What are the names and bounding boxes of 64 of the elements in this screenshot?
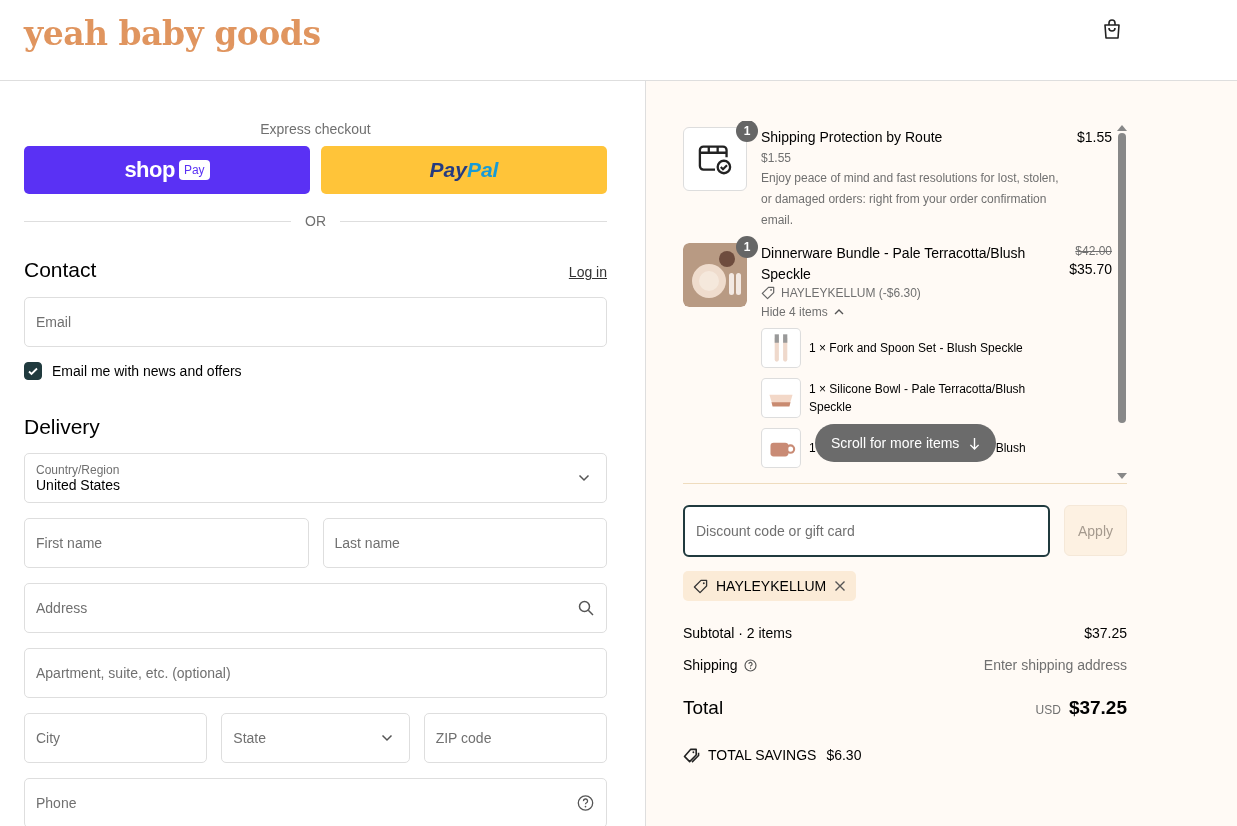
scroll-down-arrow[interactable]: [1117, 473, 1127, 479]
hide-items-toggle[interactable]: Hide 4 items: [761, 305, 844, 319]
select-field[interactable]: Country/Region United States: [24, 453, 607, 503]
tag-icon: [761, 286, 775, 300]
newsletter-checkbox[interactable]: [24, 362, 42, 380]
email-field[interactable]: Email: [24, 297, 607, 347]
newsletter-label: Email me with news and offers: [52, 363, 242, 379]
quantity-badge: 1: [736, 236, 758, 258]
total-amount: $37.25: [1068, 697, 1127, 719]
bundle-component: 1 × Fork and Spoon Set - Blush Speckle: [809, 340, 1024, 357]
remove-icon[interactable]: [834, 580, 847, 592]
discount-code: HAYLEYKELLUM: [716, 578, 827, 594]
bundle-component: 1 × Silicone Bowl - Pale Terracotta/Blush Speckle: [809, 381, 1027, 416]
subtotal-label: Subtotal · 2 items: [683, 625, 792, 641]
help-icon[interactable]: [743, 658, 757, 672]
or-divider-label: OR: [305, 213, 326, 229]
express-checkout-heading: Express checkout: [259, 121, 372, 137]
chevron-down-icon: [380, 734, 393, 742]
tags-icon: [683, 747, 700, 763]
input-field[interactable]: ZIP code: [423, 713, 607, 763]
scrollbar-thumb[interactable]: [1118, 133, 1126, 423]
discount-code-field[interactable]: Discount code or gift card: [683, 505, 1050, 557]
paypal-button[interactable]: PayPal: [321, 146, 607, 194]
bundle-component: 1: [809, 440, 816, 457]
input-field[interactable]: Last name: [322, 518, 607, 568]
product-photo: [761, 428, 801, 468]
scroll-hint-button[interactable]: Scroll for more items: [815, 424, 997, 462]
item-title: Dinnerware Bundle - Pale Terracotta/Blush Speckle: [761, 244, 1027, 284]
quantity-badge: 1: [736, 121, 758, 142]
item-description: Enjoy peace of mind and fast resolutions for lost, stolen, or damaged orders: right from your order confirmation email.: [761, 170, 1060, 229]
item-subtitle: $1.55: [761, 150, 793, 167]
original-price: $42.00: [1075, 243, 1112, 259]
chevron-up-icon: [833, 309, 844, 315]
subtotal-value: $37.25: [1084, 625, 1127, 641]
total-label: Total: [683, 697, 724, 719]
check-icon: [27, 365, 39, 377]
shop-pay-button[interactable]: shop Pay: [24, 146, 310, 194]
item-price: $1.55: [1076, 128, 1112, 147]
input-field[interactable]: Phone: [24, 778, 607, 826]
item-title: Shipping Protection by Route: [761, 128, 943, 147]
input-field[interactable]: City: [24, 713, 208, 763]
item-price: $35.70: [1069, 260, 1112, 279]
input-field[interactable]: Address: [24, 583, 607, 633]
shipping-label: Shipping: [683, 657, 738, 673]
item-discount: HAYLEYKELLUM (-$6.30): [781, 286, 921, 300]
delivery-heading: Delivery: [24, 415, 101, 439]
contact-heading: Contact: [24, 258, 97, 282]
log-in-link[interactable]: Log in: [568, 264, 607, 280]
help-icon[interactable]: [577, 794, 594, 812]
chevron-down-icon: [578, 474, 590, 482]
bundle-component: Blush: [995, 440, 1026, 457]
savings-label: TOTAL SAVINGS: [708, 747, 817, 763]
input-field[interactable]: First name: [24, 518, 309, 568]
product-photo: [761, 328, 801, 368]
select-field[interactable]: State: [221, 713, 410, 763]
shopping-bag-icon[interactable]: [1102, 17, 1122, 40]
product-photo: [761, 378, 801, 418]
input-field[interactable]: Apartment, suite, etc. (optional): [24, 648, 607, 698]
shipping-value: Enter shipping address: [983, 657, 1127, 673]
search-icon[interactable]: [578, 600, 594, 616]
savings-amount: $6.30: [826, 747, 862, 763]
arrow-down-icon: [969, 436, 981, 450]
tag-icon: [693, 578, 708, 594]
currency-code: USD: [1035, 703, 1061, 717]
